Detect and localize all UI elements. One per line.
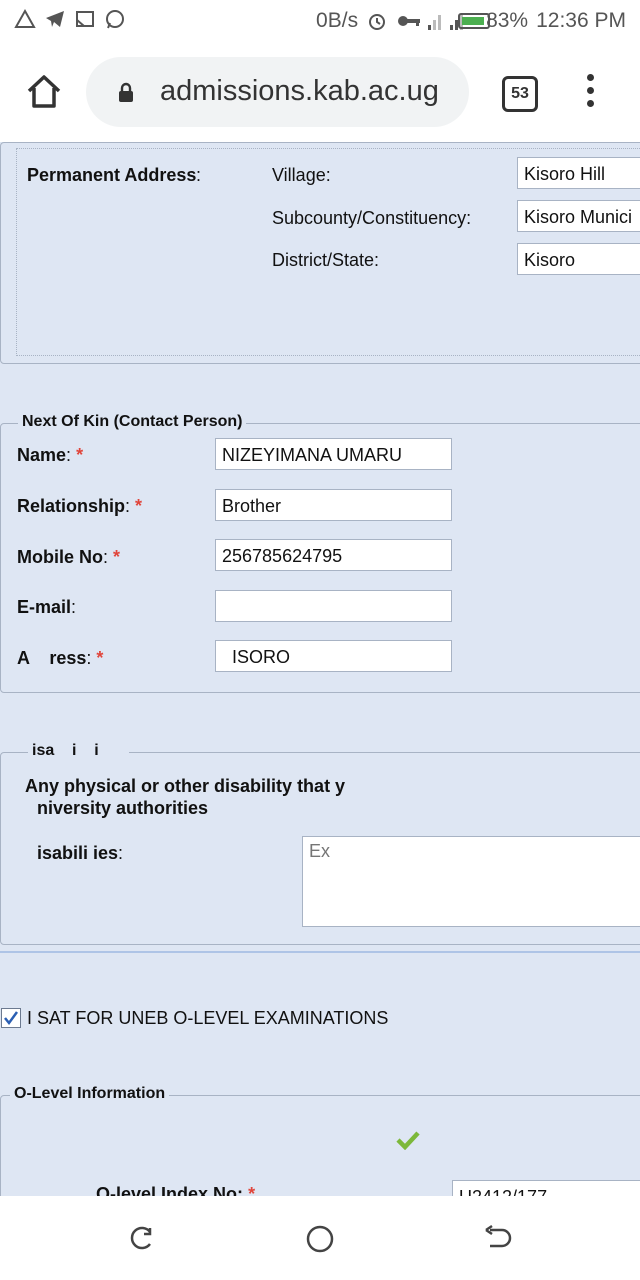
home-button[interactable]: [24, 72, 64, 112]
browser-toolbar: admissions.kab.ac.ug 53: [0, 42, 640, 142]
olevel-legend: O-Level Information: [10, 1085, 170, 1103]
back-button-icon[interactable]: [482, 1224, 512, 1252]
system-nav-bar: [0, 1196, 640, 1280]
overflow-menu-button[interactable]: [584, 72, 596, 112]
signal-icon: [426, 10, 464, 32]
alarm-icon: [366, 10, 388, 32]
olevel-checkbox[interactable]: [1, 1008, 21, 1028]
kin-relationship-field[interactable]: Brother: [215, 489, 452, 521]
network-speed: 0B/s: [316, 9, 359, 32]
disability-question-line1: Any physical or other disability that y: [25, 776, 346, 796]
district-label: District/State:: [272, 250, 380, 270]
warning-triangle-icon: [14, 8, 36, 30]
tab-switcher-button[interactable]: 53: [502, 76, 538, 112]
kin-mobile-field[interactable]: 256785624795: [215, 539, 452, 571]
clock: 12:36 PM: [536, 9, 626, 32]
battery-percent: 83%: [486, 9, 529, 32]
disabilities-label: isabili ies:: [37, 843, 124, 863]
telegram-icon: [44, 8, 66, 30]
checkmark-icon: [4, 1011, 19, 1026]
kin-name-field[interactable]: NIZEYIMANA UMARU: [215, 438, 452, 470]
olevel-index-field[interactable]: U2412/177: [452, 1180, 640, 1196]
home-icon: [27, 75, 61, 108]
cast-icon: [74, 8, 96, 30]
subcounty-label: Subcounty/Constituency:: [272, 208, 472, 228]
status-right-icons: 0B/s 83% 12:36 PM: [316, 9, 626, 33]
status-left-icons: [14, 8, 126, 30]
permanent-address-heading: Permanent Address: [27, 165, 197, 185]
section-divider: [0, 951, 640, 953]
status-bar: 0B/s 83% 12:36 PM: [0, 0, 640, 42]
battery-icon: [456, 10, 491, 32]
relationship-label: Relationship: *: [17, 496, 143, 516]
email-label: E-mail:: [17, 597, 77, 617]
url-text: admissions.kab.ac.ug: [160, 75, 439, 107]
next-of-kin-legend: Next Of Kin (Contact Person): [18, 413, 247, 431]
district-field[interactable]: Kisoro: [517, 243, 640, 275]
olevel-checkbox-label: I SAT FOR UNEB O-LEVEL EXAMINATIONS: [27, 1008, 389, 1028]
subcounty-field[interactable]: Kisoro Munici: [517, 200, 640, 232]
vpn-key-icon: [396, 10, 421, 32]
check-success-icon: [396, 1131, 420, 1150]
village-field[interactable]: Kisoro Hill: [517, 157, 640, 189]
address-bar[interactable]: admissions.kab.ac.ug: [86, 57, 469, 127]
recents-button-icon[interactable]: [128, 1224, 156, 1252]
disability-question-line2: niversity authorities: [37, 798, 209, 818]
olevel-index-label: O-level Index No: *: [96, 1184, 256, 1196]
kin-address-field[interactable]: ISORO: [215, 640, 452, 672]
name-label: Name: *: [17, 445, 84, 465]
permanent-address-colon: :: [196, 165, 202, 185]
whatsapp-icon: [104, 8, 126, 30]
kin-email-field[interactable]: [215, 590, 452, 622]
mobile-label: Mobile No: *: [17, 547, 121, 567]
lock-icon: [119, 82, 133, 102]
home-circle-icon[interactable]: [305, 1224, 335, 1254]
address-label: A ress: *: [17, 648, 104, 668]
village-label: Village:: [272, 165, 331, 185]
disability-legend: isa i i: [28, 742, 129, 760]
form-content: Permanent Address : Village: Kisoro Hill…: [0, 142, 640, 1196]
disabilities-textarea[interactable]: [302, 836, 640, 927]
